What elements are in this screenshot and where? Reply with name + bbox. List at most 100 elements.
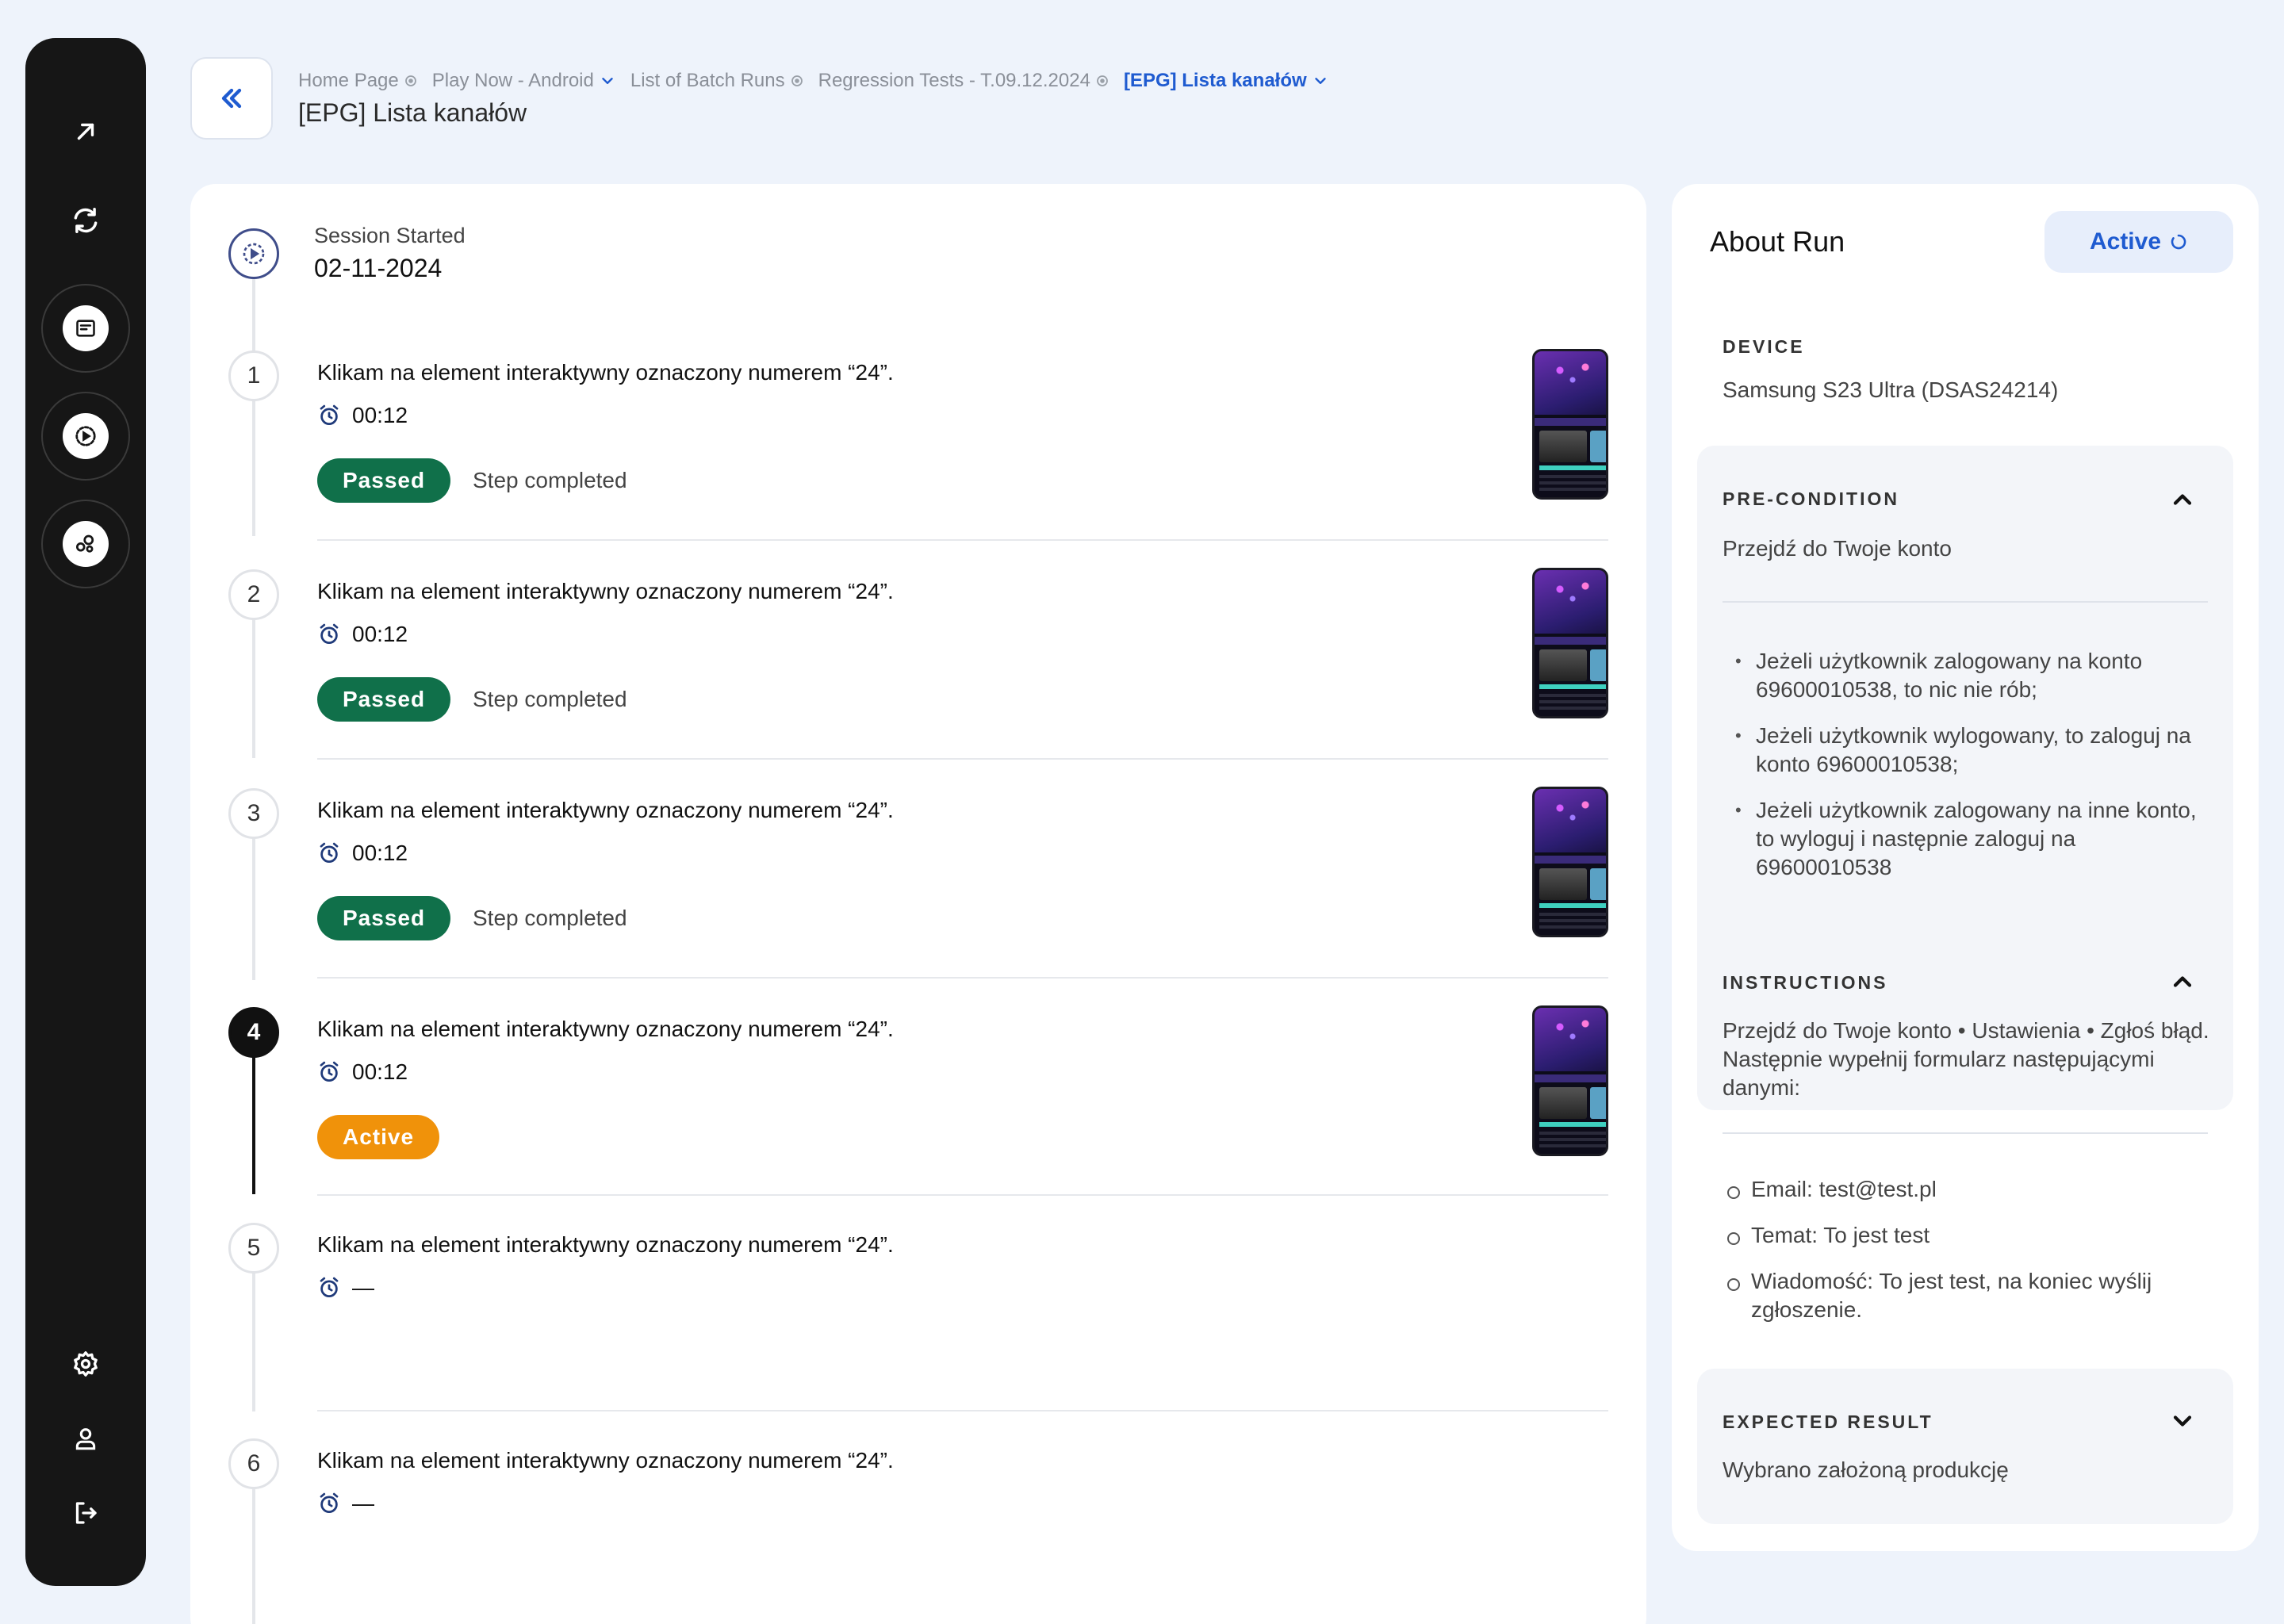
expected-result-label: EXPECTED RESULT bbox=[1723, 1411, 1933, 1432]
status-badge: Passed bbox=[317, 677, 451, 722]
step-screenshot-thumbnail[interactable] bbox=[1532, 349, 1608, 500]
section-divider bbox=[1723, 1132, 2208, 1134]
instructions-list: Email: test@test.pl Temat: To jest test … bbox=[1723, 1175, 2214, 1342]
status-badge: Passed bbox=[317, 458, 451, 503]
step-screenshot-thumbnail[interactable] bbox=[1532, 787, 1608, 937]
step-time: — bbox=[317, 1491, 374, 1516]
list-item: Jeżeli użytkownik zalogowany na konto 69… bbox=[1723, 647, 2214, 704]
step-divider bbox=[317, 539, 1608, 541]
sync-icon bbox=[74, 208, 98, 233]
arrow-up-right-icon bbox=[77, 123, 94, 140]
device-value: Samsung S23 Ultra (DSAS24214) bbox=[1723, 377, 2059, 402]
step-text: Klikam na element interaktywny oznaczony… bbox=[317, 360, 894, 385]
step-divider bbox=[317, 1194, 1608, 1196]
alarm-clock-icon bbox=[320, 623, 339, 644]
alarm-clock-icon bbox=[320, 1492, 339, 1513]
session-date: 02-11-2024 bbox=[314, 254, 443, 282]
expand-button[interactable] bbox=[41, 87, 130, 176]
loading-spinner-icon bbox=[2171, 234, 2186, 250]
breadcrumb-item-home[interactable]: Home Page bbox=[298, 70, 418, 92]
precondition-list: Jeżeli użytkownik zalogowany na konto 69… bbox=[1723, 647, 2214, 899]
sync-button[interactable] bbox=[41, 176, 130, 265]
status-badge: Active bbox=[317, 1115, 440, 1159]
breadcrumb-item-regression[interactable]: Regression Tests - T.09.12.2024 bbox=[818, 70, 1109, 92]
step-divider bbox=[317, 758, 1608, 760]
step-number: 6 bbox=[228, 1438, 279, 1489]
sidebar bbox=[25, 38, 146, 1586]
list-item: Email: test@test.pl bbox=[1723, 1175, 2214, 1204]
breadcrumb-item-batch-runs[interactable]: List of Batch Runs bbox=[630, 70, 804, 92]
step-time: 00:12 bbox=[317, 1059, 408, 1085]
instructions-label: INSTRUCTIONS bbox=[1723, 972, 1888, 993]
precondition-summary: Przejdź do Twoje konto bbox=[1723, 536, 1952, 561]
alarm-clock-icon bbox=[320, 1277, 339, 1297]
status-badge: Passed bbox=[317, 896, 451, 940]
list-item: Jeżeli użytkownik wylogowany, to zaloguj… bbox=[1723, 722, 2214, 779]
step-number-active: 4 bbox=[228, 1007, 279, 1058]
chevron-up-icon[interactable] bbox=[2168, 485, 2197, 514]
step-number: 1 bbox=[228, 350, 279, 401]
dot-circle-icon bbox=[791, 75, 803, 86]
dot-circle-icon bbox=[404, 75, 416, 86]
step-note: Step completed bbox=[473, 468, 627, 492]
step-text: Klikam na element interaktywny oznaczony… bbox=[317, 579, 894, 603]
expected-result-text: Wybrano założoną produkcję bbox=[1723, 1457, 2009, 1482]
step-divider bbox=[317, 977, 1608, 979]
section-divider bbox=[1723, 601, 2208, 603]
step-screenshot-thumbnail[interactable] bbox=[1532, 568, 1608, 718]
timeline-line bbox=[252, 279, 255, 536]
breadcrumb-item-current[interactable]: [EPG] Lista kanałów bbox=[1124, 70, 1329, 92]
steps-panel: Session Started 02-11-2024 1 Klikam na e… bbox=[190, 184, 1646, 1624]
alarm-clock-icon bbox=[320, 842, 339, 863]
step-number: 3 bbox=[228, 788, 279, 839]
nav-documents-button[interactable] bbox=[41, 284, 130, 373]
step-text: Klikam na element interaktywny oznaczony… bbox=[317, 798, 894, 822]
step-screenshot-thumbnail[interactable] bbox=[1532, 1005, 1608, 1156]
instructions-text: Przejdź do Twoje konto • Ustawienia • Zg… bbox=[1723, 1018, 2209, 1100]
nav-runs-button[interactable] bbox=[41, 392, 130, 481]
logout-icon bbox=[75, 1502, 97, 1524]
device-label: DEVICE bbox=[1723, 336, 1805, 357]
play-circle-icon bbox=[243, 243, 265, 265]
step-divider bbox=[317, 1410, 1608, 1411]
double-chevron-left-icon bbox=[221, 88, 242, 109]
breadcrumb: Home Page Play Now - Android List of Bat… bbox=[298, 68, 1343, 94]
nav-integrations-button[interactable] bbox=[41, 500, 130, 588]
session-started-icon bbox=[228, 228, 279, 279]
step-number: 5 bbox=[228, 1223, 279, 1274]
document-icon bbox=[76, 320, 95, 337]
step-time: 00:12 bbox=[317, 403, 408, 428]
precondition-label: PRE-CONDITION bbox=[1723, 488, 1899, 509]
step-time: 00:12 bbox=[317, 622, 408, 647]
step-note: Step completed bbox=[473, 906, 627, 930]
chevron-down-icon bbox=[1314, 78, 1326, 84]
about-run-title: About Run bbox=[1710, 225, 1845, 258]
step-time: — bbox=[317, 1275, 374, 1300]
chevron-down-icon[interactable] bbox=[2168, 1407, 2197, 1435]
dot-circle-icon bbox=[1097, 75, 1108, 86]
expected-result-section bbox=[1697, 1369, 2233, 1524]
list-item: Temat: To jest test bbox=[1723, 1221, 2214, 1250]
play-circle-icon bbox=[75, 426, 96, 446]
page-title: [EPG] Lista kanałów bbox=[298, 98, 527, 127]
step-time: 00:12 bbox=[317, 841, 408, 866]
list-item: Jeżeli użytkownik zalogowany na inne kon… bbox=[1723, 796, 2214, 882]
integrations-icon bbox=[76, 534, 94, 553]
breadcrumb-item-project[interactable]: Play Now - Android bbox=[432, 70, 616, 92]
user-icon bbox=[75, 1428, 96, 1450]
gear-icon bbox=[74, 1351, 98, 1377]
run-status-button[interactable]: Active bbox=[2044, 211, 2233, 273]
chevron-down-icon bbox=[602, 78, 613, 84]
back-button[interactable] bbox=[190, 57, 273, 140]
step-number: 2 bbox=[228, 569, 279, 620]
session-label: Session Started bbox=[314, 224, 466, 247]
alarm-clock-icon bbox=[320, 404, 339, 425]
logout-button[interactable] bbox=[41, 1469, 130, 1557]
list-item: Wiadomość: To jest test, na koniec wyśli… bbox=[1723, 1267, 2214, 1324]
about-run-panel: About Run Active DEVICE Samsung S23 Ultr… bbox=[1672, 184, 2259, 1551]
step-note: Step completed bbox=[473, 687, 627, 711]
step-text: Klikam na element interaktywny oznaczony… bbox=[317, 1448, 894, 1473]
step-text: Klikam na element interaktywny oznaczony… bbox=[317, 1232, 894, 1257]
chevron-up-icon[interactable] bbox=[2168, 967, 2197, 996]
step-text: Klikam na element interaktywny oznaczony… bbox=[317, 1017, 894, 1041]
